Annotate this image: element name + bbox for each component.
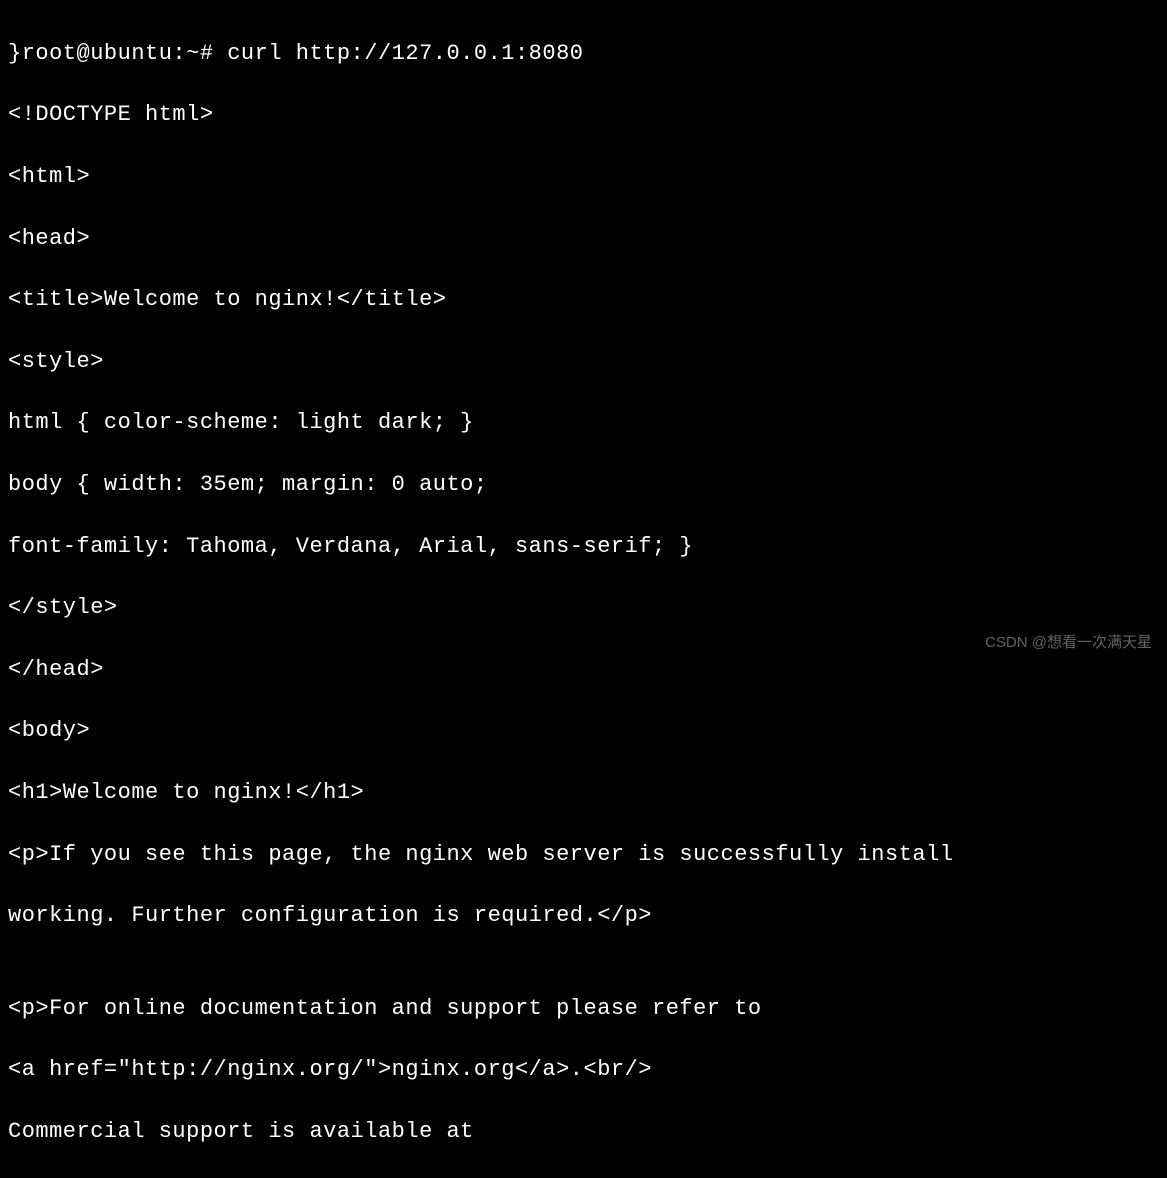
- terminal-line: }root@ubuntu:~# curl http://127.0.0.1:80…: [8, 39, 1159, 70]
- terminal-line: working. Further configuration is requir…: [8, 901, 1159, 932]
- terminal-line: <head>: [8, 224, 1159, 255]
- terminal-line: <p>For online documentation and support …: [8, 994, 1159, 1025]
- terminal-line: </style>: [8, 593, 1159, 624]
- terminal-line: <html>: [8, 162, 1159, 193]
- terminal-line: <style>: [8, 347, 1159, 378]
- terminal-line: Commercial support is available at: [8, 1117, 1159, 1148]
- terminal-line: <title>Welcome to nginx!</title>: [8, 285, 1159, 316]
- terminal-line: <!DOCTYPE html>: [8, 100, 1159, 131]
- terminal-output[interactable]: }root@ubuntu:~# curl http://127.0.0.1:80…: [8, 8, 1159, 1178]
- terminal-line: <body>: [8, 716, 1159, 747]
- terminal-line: html { color-scheme: light dark; }: [8, 408, 1159, 439]
- terminal-line: body { width: 35em; margin: 0 auto;: [8, 470, 1159, 501]
- terminal-line: font-family: Tahoma, Verdana, Arial, san…: [8, 532, 1159, 563]
- terminal-line: <a href="http://nginx.org/">nginx.org</a…: [8, 1055, 1159, 1086]
- watermark-text: CSDN @想看一次满天星: [985, 632, 1152, 653]
- terminal-line: <p>If you see this page, the nginx web s…: [8, 840, 1159, 871]
- terminal-line: <h1>Welcome to nginx!</h1>: [8, 778, 1159, 809]
- terminal-line: </head>: [8, 655, 1159, 686]
